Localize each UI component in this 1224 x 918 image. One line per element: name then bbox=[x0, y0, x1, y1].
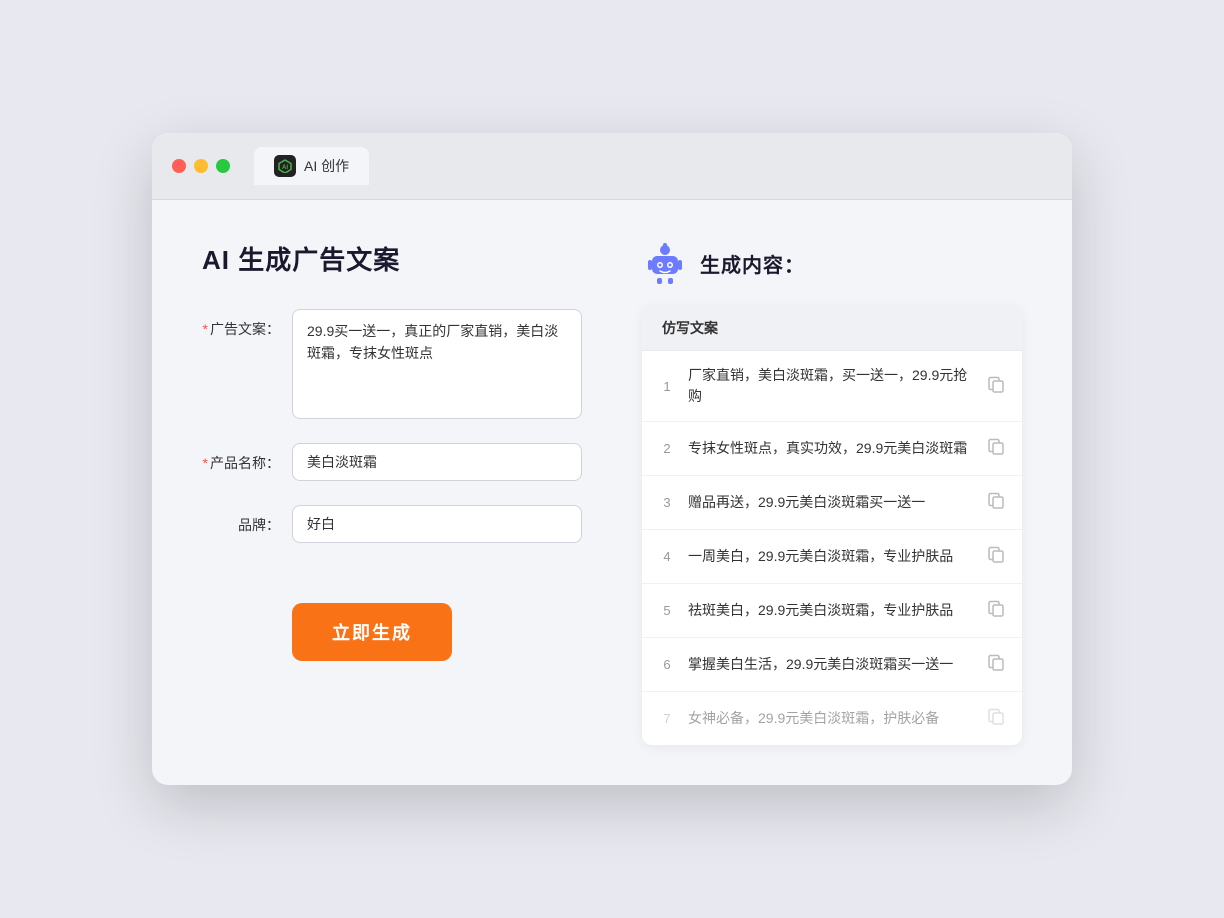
row-text: 祛斑美白，29.9元美白淡斑霜，专业护肤品 bbox=[688, 600, 974, 621]
ad-copy-group: *广告文案： 29.9买一送一，真正的厂家直销，美白淡斑霜，专抹女性斑点 bbox=[202, 309, 582, 419]
close-button[interactable] bbox=[172, 159, 186, 173]
result-row: 6 掌握美白生活，29.9元美白淡斑霜买一送一 bbox=[642, 638, 1022, 692]
brand-input[interactable] bbox=[292, 505, 582, 543]
row-number: 4 bbox=[658, 549, 676, 564]
ai-tab[interactable]: AI AI 创作 bbox=[254, 147, 369, 185]
svg-text:AI: AI bbox=[282, 165, 288, 171]
result-row: 3 赠品再送，29.9元美白淡斑霜买一送一 bbox=[642, 476, 1022, 530]
generate-button[interactable]: 立即生成 bbox=[292, 603, 452, 661]
tab-label: AI 创作 bbox=[304, 156, 349, 176]
right-panel: 生成内容： 仿写文案 1 厂家直销，美白淡斑霜，买一送一，29.9元抢购 2 专抹女… bbox=[642, 240, 1022, 745]
row-number: 6 bbox=[658, 657, 676, 672]
row-number: 1 bbox=[658, 379, 676, 394]
copy-icon[interactable] bbox=[986, 598, 1006, 623]
brand-group: 品牌： bbox=[202, 505, 582, 543]
row-text: 专抹女性斑点，真实功效，29.9元美白淡斑霜 bbox=[688, 438, 974, 459]
ad-copy-input[interactable]: 29.9买一送一，真正的厂家直销，美白淡斑霜，专抹女性斑点 bbox=[292, 309, 582, 419]
row-text: 一周美白，29.9元美白淡斑霜，专业护肤品 bbox=[688, 546, 974, 567]
result-row: 4 一周美白，29.9元美白淡斑霜，专业护肤品 bbox=[642, 530, 1022, 584]
result-rows-container: 1 厂家直销，美白淡斑霜，买一送一，29.9元抢购 2 专抹女性斑点，真实功效，29… bbox=[642, 351, 1022, 745]
product-label: *产品名称： bbox=[202, 443, 292, 473]
ad-label: *广告文案： bbox=[202, 309, 292, 339]
copy-icon[interactable] bbox=[986, 374, 1006, 399]
product-required-mark: * bbox=[203, 455, 208, 471]
result-row: 5 祛斑美白，29.9元美白淡斑霜，专业护肤品 bbox=[642, 584, 1022, 638]
copy-icon[interactable] bbox=[986, 652, 1006, 677]
row-text: 厂家直销，美白淡斑霜，买一送一，29.9元抢购 bbox=[688, 365, 974, 407]
row-number: 7 bbox=[658, 711, 676, 726]
ad-required-mark: * bbox=[203, 321, 208, 337]
row-number: 5 bbox=[658, 603, 676, 618]
brand-label: 品牌： bbox=[202, 505, 292, 535]
left-panel: AI 生成广告文案 *广告文案： 29.9买一送一，真正的厂家直销，美白淡斑霜，… bbox=[202, 240, 582, 745]
row-text: 掌握美白生活，29.9元美白淡斑霜买一送一 bbox=[688, 654, 974, 675]
product-name-input[interactable] bbox=[292, 443, 582, 481]
copy-icon[interactable] bbox=[986, 706, 1006, 731]
result-column-header: 仿写文案 bbox=[642, 306, 1022, 351]
row-number: 3 bbox=[658, 495, 676, 510]
result-title: 生成内容： bbox=[700, 249, 805, 278]
row-text: 女神必备，29.9元美白淡斑霜，护肤必备 bbox=[688, 708, 974, 729]
maximize-button[interactable] bbox=[216, 159, 230, 173]
page-title: AI 生成广告文案 bbox=[202, 240, 582, 277]
result-header: 生成内容： bbox=[642, 240, 1022, 286]
row-text: 赠品再送，29.9元美白淡斑霜买一送一 bbox=[688, 492, 974, 513]
ai-tab-icon: AI bbox=[274, 155, 296, 177]
result-row: 1 厂家直销，美白淡斑霜，买一送一，29.9元抢购 bbox=[642, 351, 1022, 422]
result-row: 2 专抹女性斑点，真实功效，29.9元美白淡斑霜 bbox=[642, 422, 1022, 476]
robot-icon bbox=[642, 240, 688, 286]
main-content: AI 生成广告文案 *广告文案： 29.9买一送一，真正的厂家直销，美白淡斑霜，… bbox=[152, 200, 1072, 785]
copy-icon[interactable] bbox=[986, 436, 1006, 461]
copy-icon[interactable] bbox=[986, 544, 1006, 569]
browser-window: AI AI 创作 AI 生成广告文案 *广告文案： 29.9买一送一，真正的厂家… bbox=[152, 133, 1072, 785]
row-number: 2 bbox=[658, 441, 676, 456]
result-table: 仿写文案 1 厂家直销，美白淡斑霜，买一送一，29.9元抢购 2 专抹女性斑点，真实… bbox=[642, 306, 1022, 745]
result-row: 7 女神必备，29.9元美白淡斑霜，护肤必备 bbox=[642, 692, 1022, 745]
traffic-lights bbox=[172, 159, 230, 173]
minimize-button[interactable] bbox=[194, 159, 208, 173]
product-name-group: *产品名称： bbox=[202, 443, 582, 481]
titlebar: AI AI 创作 bbox=[152, 133, 1072, 200]
copy-icon[interactable] bbox=[986, 490, 1006, 515]
